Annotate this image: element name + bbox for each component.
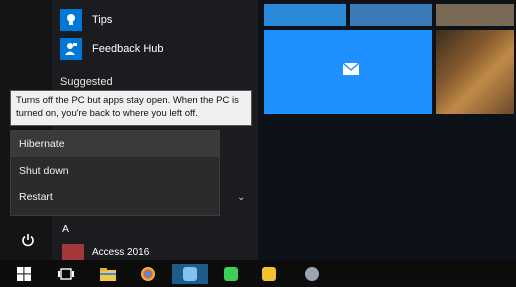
feedback-person-icon: [60, 38, 82, 60]
taskbar: [0, 260, 516, 287]
app-list-letter-header[interactable]: A: [62, 223, 69, 235]
access-icon: [62, 244, 84, 260]
app-item-feedback-hub[interactable]: Feedback Hub: [60, 37, 164, 61]
app-item-label: Feedback Hub: [92, 43, 164, 55]
tile-mail[interactable]: [264, 30, 432, 114]
tile-app[interactable]: [350, 4, 432, 26]
windows-logo-icon[interactable]: [12, 264, 36, 284]
hibernate-tooltip: Turns off the PC but apps stay open. Whe…: [10, 90, 252, 126]
power-options-menu: Hibernate Shut down Restart: [10, 130, 220, 216]
live-tiles-area: [258, 0, 516, 260]
power-icon[interactable]: [17, 229, 39, 251]
tile-photos[interactable]: [436, 30, 514, 114]
chevron-down-icon[interactable]: ⌄: [237, 192, 245, 203]
tile-app[interactable]: [436, 4, 514, 26]
task-view-icon[interactable]: [54, 264, 78, 284]
section-heading-suggested: Suggested: [60, 76, 113, 88]
shut-down-menu-item[interactable]: Shut down: [11, 158, 219, 184]
chrome-icon[interactable]: [134, 264, 162, 284]
hibernate-menu-item[interactable]: Hibernate: [11, 131, 219, 157]
app-icon[interactable]: [172, 264, 208, 284]
mail-icon: [340, 58, 362, 80]
desktop-screen: Tips Feedback Hub Suggested Hibernate Sh…: [0, 0, 516, 287]
folder-icon[interactable]: [96, 264, 120, 284]
app-icon[interactable]: [256, 264, 282, 284]
restart-menu-item[interactable]: Restart: [11, 184, 219, 210]
app-item-access-2016[interactable]: Access 2016: [62, 244, 149, 260]
app-item-label: Tips: [92, 14, 113, 26]
tile-store[interactable]: [264, 4, 346, 26]
app-item-tips[interactable]: Tips: [60, 8, 112, 32]
app-icon[interactable]: [218, 264, 244, 284]
app-icon[interactable]: [300, 264, 324, 284]
lightbulb-icon: [60, 9, 82, 31]
app-item-label: Access 2016: [92, 246, 150, 258]
